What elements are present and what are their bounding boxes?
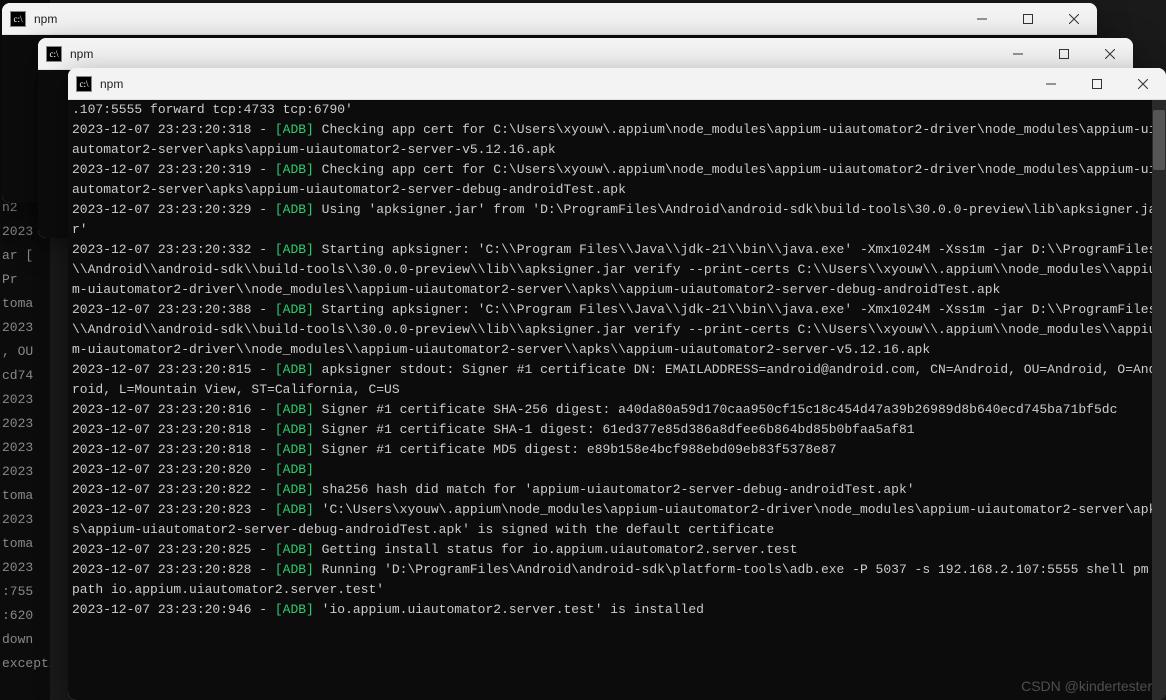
bg-fragment: :755	[2, 582, 33, 602]
close-button[interactable]	[1120, 68, 1166, 100]
maximize-button[interactable]	[1005, 3, 1051, 35]
close-button[interactable]	[1087, 38, 1133, 70]
bg-fragment: toma	[2, 534, 33, 554]
bg-fragment: :620	[2, 606, 33, 626]
bg-fragment: 2023	[2, 414, 33, 434]
log-line: 2023-12-07 23:23:20:828 - [ADB] Running …	[72, 560, 1162, 600]
maximize-button[interactable]	[1041, 38, 1087, 70]
log-line: 2023-12-07 23:23:20:818 - [ADB] Signer #…	[72, 440, 1162, 460]
log-line: 2023-12-07 23:23:20:825 - [ADB] Getting …	[72, 540, 1162, 560]
log-line: 2023-12-07 23:23:20:823 - [ADB] 'C:\User…	[72, 500, 1162, 540]
log-line: 2023-12-07 23:23:20:816 - [ADB] Signer #…	[72, 400, 1162, 420]
log-line: 2023-12-07 23:23:20:815 - [ADB] apksigne…	[72, 360, 1162, 400]
npm-window-front: c:\ npm .107:5555 forward tcp:4733 tcp:6…	[68, 68, 1166, 700]
terminal-body[interactable]: .107:5555 forward tcp:4733 tcp:6790'2023…	[68, 100, 1166, 700]
bg-fragment: 2023	[2, 222, 33, 242]
bg-fragment: 2023	[2, 438, 33, 458]
window-title: npm	[100, 77, 1028, 91]
log-line: .107:5555 forward tcp:4733 tcp:6790'	[72, 100, 1162, 120]
bg-fragment: toma	[2, 294, 33, 314]
bg-fragment: 2023	[2, 510, 33, 530]
log-line: 2023-12-07 23:23:20:318 - [ADB] Checking…	[72, 120, 1162, 160]
bg-fragment: toma	[2, 486, 33, 506]
scrollbar-track[interactable]	[1152, 100, 1166, 700]
minimize-button[interactable]	[1028, 68, 1074, 100]
bg-fragment: exceptio	[2, 654, 50, 674]
log-line: 2023-12-07 23:23:20:818 - [ADB] Signer #…	[72, 420, 1162, 440]
console-icon: c:\	[10, 11, 26, 27]
window-title: npm	[34, 12, 959, 26]
title-bar[interactable]: c:\ npm	[68, 68, 1166, 100]
log-line: 2023-12-07 23:23:20:319 - [ADB] Checking…	[72, 160, 1162, 200]
title-bar[interactable]: c:\ npm	[38, 38, 1133, 70]
console-icon: c:\	[76, 76, 92, 92]
log-line: 2023-12-07 23:23:20:820 - [ADB]	[72, 460, 1162, 480]
close-button[interactable]	[1051, 3, 1097, 35]
bg-fragment: cd74	[2, 366, 33, 386]
bg-fragment: , OU	[2, 342, 33, 362]
bg-fragment: 2023	[2, 558, 33, 578]
bg-fragment: 2023	[2, 462, 33, 482]
log-line: 2023-12-07 23:23:20:946 - [ADB] 'io.appi…	[72, 600, 1162, 620]
minimize-button[interactable]	[995, 38, 1041, 70]
bg-fragment: ar [	[2, 246, 33, 266]
log-line: 2023-12-07 23:23:20:329 - [ADB] Using 'a…	[72, 200, 1162, 240]
window-title: npm	[70, 47, 995, 61]
log-line: 2023-12-07 23:23:20:332 - [ADB] Starting…	[72, 240, 1162, 300]
title-bar[interactable]: c:\ npm	[2, 3, 1097, 35]
console-icon: c:\	[46, 46, 62, 62]
log-line: 2023-12-07 23:23:20:388 - [ADB] Starting…	[72, 300, 1162, 360]
bg-fragment: 2023	[2, 318, 33, 338]
bg-fragment: down	[2, 630, 33, 650]
maximize-button[interactable]	[1074, 68, 1120, 100]
bg-fragment: 2023	[2, 390, 33, 410]
scrollbar-thumb[interactable]	[1153, 110, 1165, 170]
minimize-button[interactable]	[959, 3, 1005, 35]
log-line: 2023-12-07 23:23:20:822 - [ADB] sha256 h…	[72, 480, 1162, 500]
bg-fragment: Pr	[2, 270, 18, 290]
